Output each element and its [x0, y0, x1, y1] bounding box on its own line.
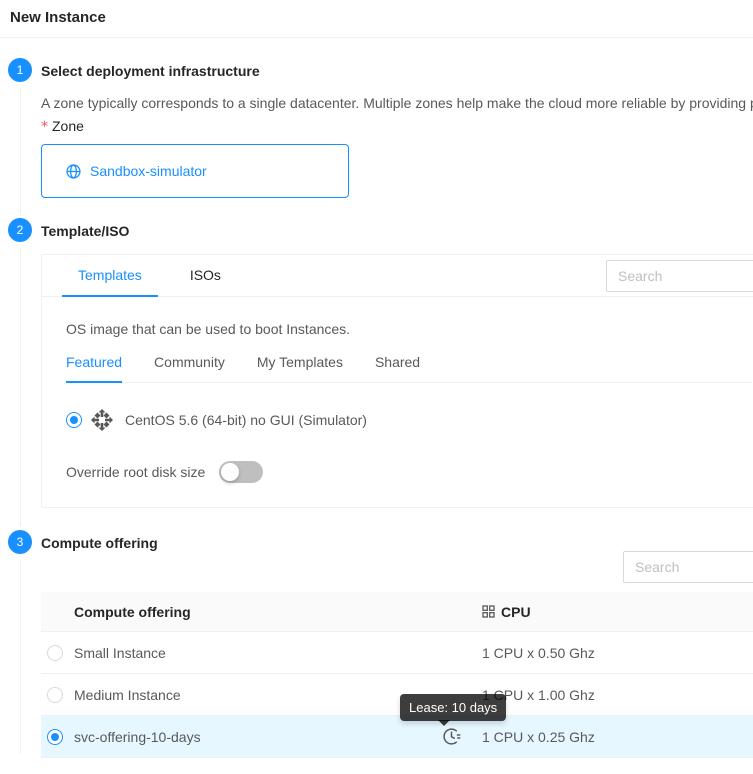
template-option-centos[interactable]: CentOS 5.6 (64-bit) no GUI (Simulator): [66, 409, 752, 431]
step-title: Template/ISO: [41, 221, 753, 242]
offering-row-small-instance[interactable]: Small Instance 1 CPU x 0.50 Ghz: [41, 632, 753, 674]
override-root-disk-label: Override root disk size: [66, 464, 205, 480]
filter-tab-shared[interactable]: Shared: [375, 354, 420, 382]
zone-name: Sandbox-simulator: [90, 163, 207, 179]
offering-name: Medium Instance: [74, 687, 428, 703]
step-number-badge: 2: [8, 218, 32, 242]
offering-name: Small Instance: [74, 645, 428, 661]
step-compute-offering: 3 Compute offering Compute offering: [8, 530, 753, 758]
page-title: New Instance: [10, 9, 743, 26]
zone-description: A zone typically corresponds to a single…: [41, 95, 753, 111]
step-rail: 1: [8, 58, 32, 218]
step-rail: 3: [8, 530, 32, 758]
step-number-badge: 1: [8, 58, 32, 82]
tooltip-arrow: [438, 720, 450, 726]
template-name: CentOS 5.6 (64-bit) no GUI (Simulator): [125, 412, 367, 428]
offering-radio[interactable]: [47, 645, 63, 661]
template-card: Templates ISOs OS image that can be used…: [41, 254, 753, 508]
clock-icon[interactable]: [442, 727, 461, 746]
filter-tab-featured[interactable]: Featured: [66, 354, 122, 382]
offering-row-svc-offering-10-days[interactable]: svc-offering-10-days 1 CPU x 0.25 Ghz: [41, 716, 753, 758]
step-number-badge: 3: [8, 530, 32, 554]
zone-field-label: *Zone: [41, 118, 753, 135]
step-deployment-infrastructure: 1 Select deployment infrastructure A zon…: [8, 58, 753, 218]
compute-offering-search-input[interactable]: [623, 551, 753, 583]
centos-icon: [91, 409, 113, 431]
offering-radio[interactable]: [47, 687, 63, 703]
template-radio[interactable]: [66, 412, 82, 428]
toggle-knob: [221, 463, 239, 481]
lease-tooltip-text: Lease: 10 days: [409, 700, 497, 715]
offering-cpu: 1 CPU x 0.25 Ghz: [474, 729, 753, 745]
template-card-header: Templates ISOs: [42, 255, 753, 297]
lease-tooltip: Lease: 10 days: [400, 694, 506, 721]
step-connector: [20, 88, 21, 214]
step-connector: [20, 248, 21, 526]
zone-card-sandbox-simulator[interactable]: Sandbox-simulator: [41, 144, 349, 198]
override-root-disk-row: Override root disk size: [66, 461, 752, 483]
step-title: Select deployment infrastructure: [41, 61, 753, 82]
offering-row-medium-instance[interactable]: Medium Instance 1 CPU x 1.00 Ghz: [41, 674, 753, 716]
os-image-description: OS image that can be used to boot Instan…: [66, 321, 752, 337]
offering-cpu: 1 CPU x 0.50 Ghz: [474, 645, 753, 661]
step-rail: 2: [8, 218, 32, 530]
offering-name: svc-offering-10-days: [74, 729, 428, 745]
step-template-iso: 2 Template/ISO Templates ISOs OS image t…: [8, 218, 753, 530]
override-root-disk-toggle[interactable]: [219, 461, 263, 483]
table-header-row: Compute offering CPU: [41, 592, 753, 632]
required-asterisk: *: [41, 119, 48, 135]
compute-offering-table: Compute offering CPU: [41, 592, 753, 758]
filter-tab-my-templates[interactable]: My Templates: [257, 354, 343, 382]
tab-isos[interactable]: ISOs: [174, 255, 237, 296]
filter-tab-community[interactable]: Community: [154, 354, 225, 382]
column-header-cpu: CPU: [474, 604, 753, 620]
page-header: New Instance: [0, 0, 753, 38]
grid-icon: [482, 605, 495, 618]
template-filter-tabs: Featured Community My Templates Shared: [66, 354, 752, 383]
column-header-compute-offering: Compute offering: [41, 604, 428, 620]
new-instance-wizard: 1 Select deployment infrastructure A zon…: [0, 38, 753, 758]
tab-templates[interactable]: Templates: [62, 255, 158, 296]
offering-cpu: 1 CPU x 1.00 Ghz: [474, 687, 753, 703]
offering-radio[interactable]: [47, 729, 63, 745]
template-search-input[interactable]: [606, 260, 753, 292]
step-connector: [20, 560, 21, 754]
globe-icon: [66, 164, 81, 179]
